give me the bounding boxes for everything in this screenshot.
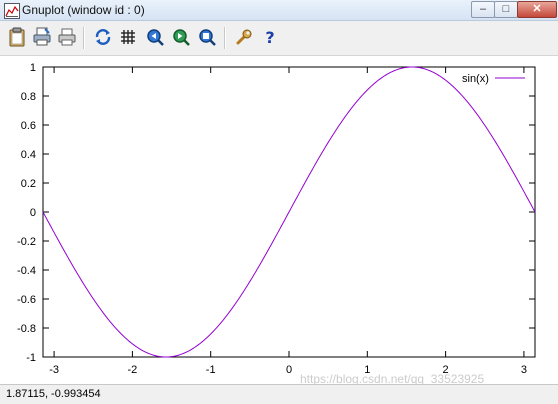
zoom-next-button[interactable] bbox=[170, 26, 192, 48]
y-tick-label: 0.8 bbox=[21, 91, 36, 103]
unzoom-button[interactable] bbox=[196, 26, 218, 48]
x-tick-label: -2 bbox=[128, 364, 138, 376]
options-button[interactable] bbox=[233, 26, 255, 48]
plot-area[interactable]: 1 0.8 0.6 0.4 0.2 0 -0.2 -0.4 -0.6 -0.8 -1 -3 -2 -1 0 1… bbox=[0, 56, 558, 384]
print-icon bbox=[33, 27, 51, 46]
mouse-coordinates: 1.87115, -0.993454 bbox=[6, 388, 101, 400]
y-tick-label: 1 bbox=[30, 62, 36, 74]
window-title: Gnuplot (window id : 0) bbox=[22, 3, 145, 17]
wrench-icon bbox=[236, 29, 252, 45]
x-tick-label: -3 bbox=[49, 364, 59, 376]
y-tick-label: -0.2 bbox=[17, 236, 36, 248]
title-bar[interactable]: Gnuplot (window id : 0) – □ ✕ bbox=[0, 0, 558, 21]
x-tick-label: -1 bbox=[206, 364, 216, 376]
print-setup-button[interactable] bbox=[56, 26, 78, 48]
toolbar-separator bbox=[83, 27, 85, 49]
grid-button[interactable] bbox=[117, 26, 139, 48]
clipboard-copy-button[interactable] bbox=[6, 26, 28, 48]
x-tick-label: 0 bbox=[286, 364, 292, 376]
toolbar: ? bbox=[0, 21, 558, 56]
gnuplot-app-icon bbox=[4, 3, 20, 19]
minimize-button[interactable]: – bbox=[471, 1, 495, 18]
zoom-previous-button[interactable] bbox=[144, 26, 166, 48]
help-icon: ? bbox=[265, 27, 275, 47]
replot-button[interactable] bbox=[92, 26, 114, 48]
clipboard-icon bbox=[9, 27, 25, 47]
y-tick-label: 0 bbox=[30, 207, 36, 219]
y-tick-label: -0.8 bbox=[17, 323, 36, 335]
y-tick-label: -1 bbox=[26, 352, 36, 364]
zoom-next-icon bbox=[173, 29, 190, 46]
close-button[interactable]: ✕ bbox=[517, 1, 557, 18]
sine-plot[interactable]: 10.80.60.40.20-0.2-0.4-0.6-0.8-1-3 -2 -1 0 1… bbox=[0, 56, 558, 384]
toolbar-separator bbox=[224, 27, 226, 49]
gnuplot-window: Gnuplot (window id : 0) – □ ✕ ? 1 0.8 0.… bbox=[0, 0, 558, 404]
print-button[interactable] bbox=[31, 26, 53, 48]
status-bar: 1.87115, -0.993454 bbox=[0, 384, 558, 404]
refresh-icon bbox=[95, 29, 111, 45]
y-tick-label: 0.2 bbox=[21, 178, 36, 190]
y-tick-label: 0.6 bbox=[21, 120, 36, 132]
x-tick-label: 3 bbox=[521, 364, 527, 376]
series-line-sin bbox=[42, 66, 536, 358]
y-tick-label: -0.4 bbox=[17, 265, 36, 277]
legend-label: sin(x) bbox=[462, 73, 489, 85]
maximize-button[interactable]: □ bbox=[494, 1, 518, 18]
grid-icon bbox=[121, 30, 135, 44]
y-tick-label: -0.6 bbox=[17, 294, 36, 306]
y-tick-label: 0.4 bbox=[21, 149, 36, 161]
help-button[interactable]: ? bbox=[259, 26, 281, 48]
unzoom-icon bbox=[199, 29, 216, 46]
printer-icon bbox=[58, 28, 76, 46]
zoom-previous-icon bbox=[147, 29, 164, 46]
